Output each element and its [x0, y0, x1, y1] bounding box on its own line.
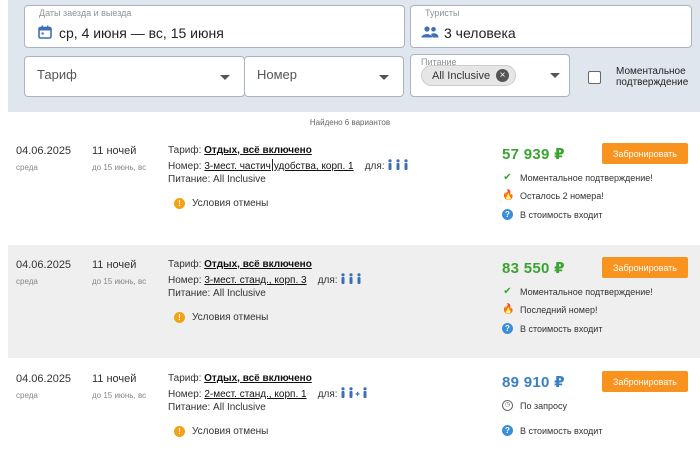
checkin-date: 04.06.2025	[16, 145, 72, 157]
nights-count: 11 ночей	[92, 373, 137, 385]
dates-value: ср, 4 июня — вс, 15 июня	[59, 25, 224, 41]
tariff-placeholder: Тариф	[37, 67, 77, 82]
info-icon: !	[174, 426, 185, 437]
clock-icon: ◷	[502, 400, 513, 411]
checkin-weekday: среда	[16, 391, 38, 400]
checkout-date: до 15 июнь, вс	[92, 163, 147, 172]
info-icon: !	[174, 312, 185, 323]
tourists-value: 3 человека	[444, 25, 516, 41]
cancel-conditions-link[interactable]: ! Условия отмены	[174, 198, 268, 209]
instant-confirmation-label: Моментальное подтверждение	[616, 66, 689, 88]
room-line: Номер: 3-мест. частич удобства, корп. 1 д…	[168, 159, 409, 172]
included-link[interactable]: ? В стоимость входит	[502, 209, 602, 220]
room-line: Номер: 3-мест. станд., корп. 3 для:	[168, 273, 362, 286]
tourists-field[interactable]: Туристы 3 человека	[410, 5, 692, 48]
chevron-down-icon	[220, 75, 230, 80]
result-row: 04.06.2025 среда 11 ночей до 15 июнь, вс…	[8, 359, 700, 472]
meal-line: Питание: All Inclusive	[168, 402, 266, 413]
room-line: Номер: 2-мест. станд., корп. 1 для:	[168, 387, 368, 400]
person-icon	[341, 273, 361, 284]
fire-icon: 🔥	[502, 304, 515, 315]
info-icon: !	[174, 198, 185, 209]
status-on-request: ◷ По запросу	[502, 400, 567, 411]
checkin-date: 04.06.2025	[16, 259, 72, 271]
included-link[interactable]: ? В стоимость входит	[502, 323, 602, 334]
help-icon: ?	[502, 323, 513, 334]
book-button[interactable]: Забронировать	[602, 371, 688, 392]
room-link[interactable]: 2-мест. станд., корп. 1	[204, 389, 306, 400]
tariff-link[interactable]: Отдых, всё включено	[204, 259, 312, 270]
help-icon: ?	[502, 209, 513, 220]
room-link[interactable]: 3-мест. частич	[204, 161, 271, 172]
fire-icon: 🔥	[502, 190, 515, 201]
check-icon: ✔	[503, 286, 512, 297]
filter-panel: Даты заезда и выезда ср, 4 июня — вс, 15…	[8, 0, 700, 112]
tariff-line: Тариф: Отдых, всё включено	[168, 145, 312, 156]
room-link-extra[interactable]: удобства, корп. 1	[274, 161, 354, 172]
room-select[interactable]: Номер	[244, 56, 404, 97]
result-row: 04.06.2025 среда 11 ночей до 15 июнь, вс…	[8, 131, 700, 244]
tariff-link[interactable]: Отдых, всё включено	[204, 145, 312, 156]
meal-chip[interactable]: All Inclusive ×	[421, 65, 517, 86]
cancel-conditions-link[interactable]: ! Условия отмены	[174, 312, 268, 323]
people-icon	[421, 26, 439, 38]
tariff-select[interactable]: Тариф	[24, 56, 245, 97]
results-count: Найдено 6 вариантов	[309, 118, 391, 127]
instant-confirmation-checkbox[interactable]	[588, 71, 601, 84]
nights-count: 11 ночей	[92, 259, 137, 271]
room-link[interactable]: 3-мест. станд., корп. 3	[204, 275, 306, 286]
dates-label: Даты заезда и выезда	[39, 8, 132, 18]
meal-line: Питание: All Inclusive	[168, 288, 266, 299]
person-icon	[388, 159, 408, 170]
included-link[interactable]: ? В стоимость входит	[502, 425, 602, 436]
checkin-weekday: среда	[16, 163, 38, 172]
dates-field[interactable]: Даты заезда и выезда ср, 4 июня — вс, 15…	[24, 5, 405, 48]
chevron-down-icon	[379, 75, 389, 80]
cancel-conditions-link[interactable]: ! Условия отмены	[174, 426, 268, 437]
meal-chip-label: All Inclusive	[432, 69, 491, 82]
calendar-icon	[38, 25, 52, 39]
book-button[interactable]: Забронировать	[602, 143, 688, 164]
price: 83 550 ₽	[502, 260, 565, 277]
chevron-down-icon	[550, 73, 560, 78]
tourists-label: Туристы	[425, 8, 460, 18]
status-instant: ✔ Моментальное подтверждение!	[503, 286, 653, 297]
help-icon: ?	[502, 425, 513, 436]
status-instant: ✔ Моментальное подтверждение!	[503, 172, 653, 183]
tariff-line: Тариф: Отдых, всё включено	[168, 259, 312, 270]
checkout-date: до 15 июнь, вс	[92, 391, 147, 400]
tariff-line: Тариф: Отдых, всё включено	[168, 373, 312, 384]
meal-select[interactable]: Питание All Inclusive ×	[410, 54, 570, 97]
checkout-date: до 15 июнь, вс	[92, 277, 147, 286]
meal-line: Питание: All Inclusive	[168, 174, 266, 185]
check-icon: ✔	[503, 172, 512, 183]
room-placeholder: Номер	[257, 67, 298, 82]
close-icon[interactable]: ×	[496, 69, 510, 82]
nights-count: 11 ночей	[92, 145, 137, 157]
person-icon	[341, 387, 367, 398]
result-row: 04.06.2025 среда 11 ночей до 15 июнь, вс…	[8, 245, 700, 358]
checkin-date: 04.06.2025	[16, 373, 72, 385]
price: 57 939 ₽	[502, 146, 565, 163]
status-rooms-left: 🔥 Последний номер!	[502, 304, 598, 315]
checkin-weekday: среда	[16, 277, 38, 286]
price: 89 910 ₽	[502, 374, 565, 391]
book-button[interactable]: Забронировать	[602, 257, 688, 278]
tariff-link[interactable]: Отдых, всё включено	[204, 373, 312, 384]
status-rooms-left: 🔥 Осталось 2 номера!	[502, 190, 604, 201]
